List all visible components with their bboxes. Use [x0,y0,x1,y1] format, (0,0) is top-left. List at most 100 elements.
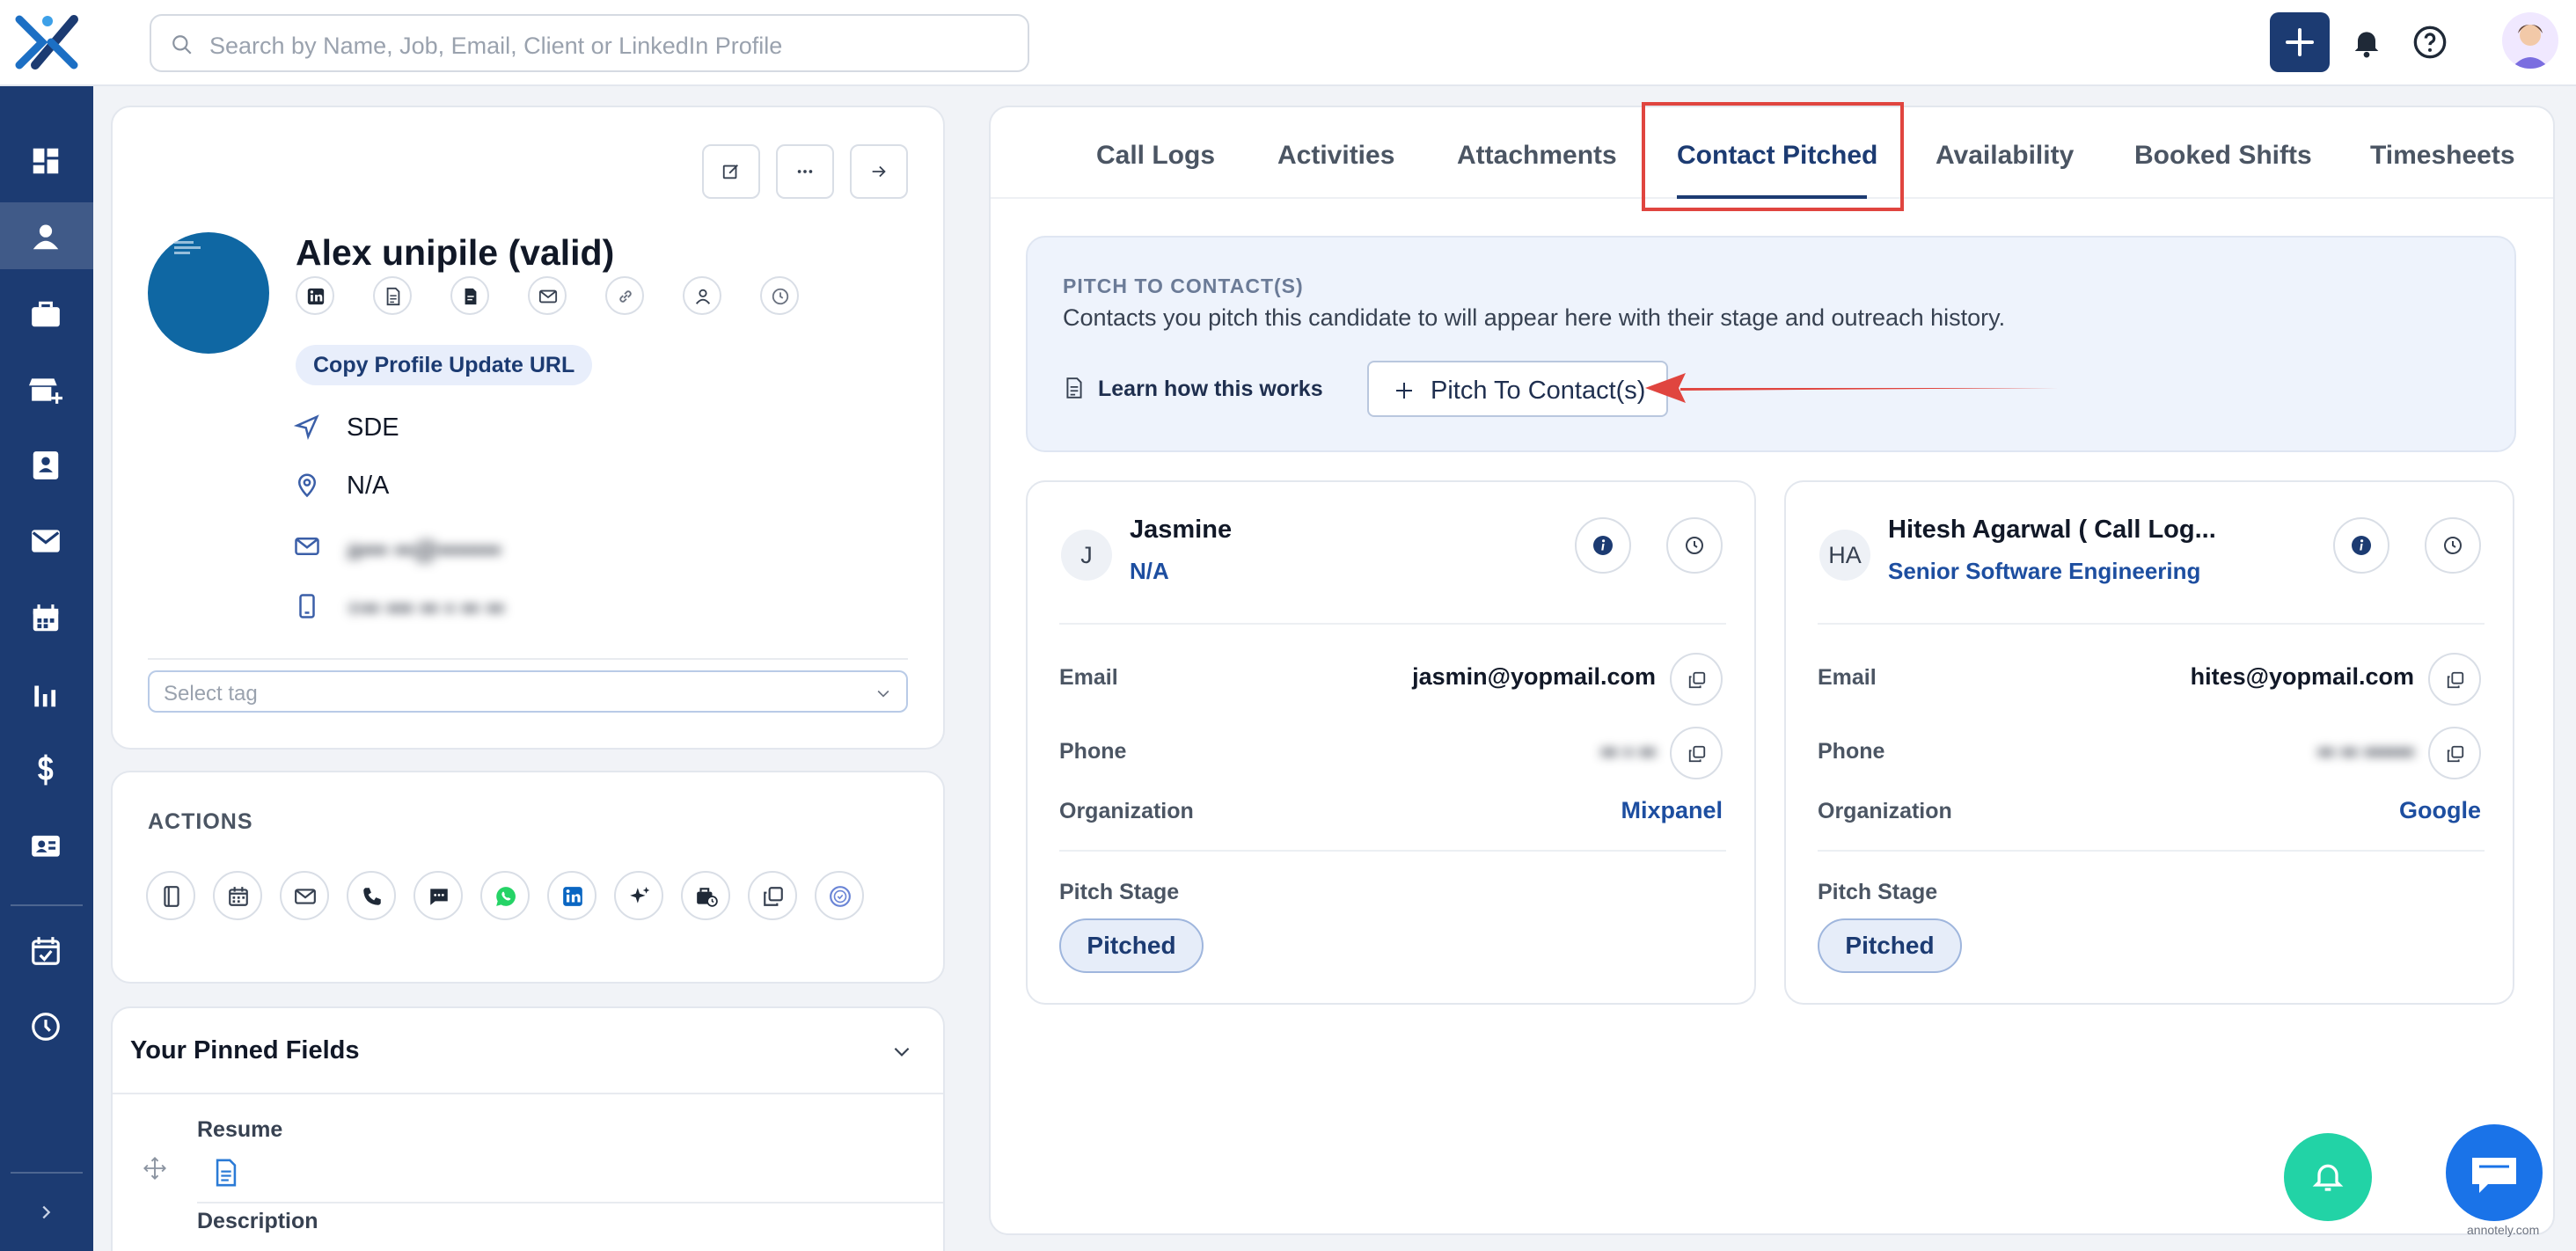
document-icon [1066,377,1082,399]
candidate-email[interactable]: a••• ••@••••••• [347,537,501,566]
calendar-icon [33,604,59,632]
add-new-button[interactable] [2270,12,2330,72]
sidebar-item-clients[interactable] [0,355,93,422]
mail-icon [295,889,316,904]
action-linkedin-button[interactable] [547,871,596,920]
sidebar-item-billing[interactable] [0,735,93,802]
action-email-button[interactable] [280,871,329,920]
pitch-stage-badge[interactable]: Pitched [1818,918,1962,973]
action-notes-button[interactable] [146,871,195,920]
email-button[interactable] [528,276,567,315]
contact-info-button[interactable] [1575,517,1631,574]
phone-label: Phone [1818,739,1885,764]
sidebar-item-tasks[interactable] [0,917,93,984]
store-add-icon [29,378,62,404]
contact-name[interactable]: Hitesh Agarwal ( Call Log... [1888,516,2216,545]
annotation-arrow [1645,373,2059,403]
help-icon[interactable] [2412,25,2448,60]
sidebar-item-profiles[interactable] [0,811,93,878]
contact-history-button[interactable] [2425,517,2481,574]
clock-icon [772,288,789,305]
pitch-to-contacts-panel: PITCH TO CONTACT(S) Contacts you pitch t… [1026,236,2516,452]
app-logo[interactable] [12,12,81,72]
global-search-input[interactable]: Search by Name, Job, Email, Client or Li… [150,14,1029,72]
candidate-phone[interactable]: +•• ••• •• • •• •• [347,595,504,624]
tab-timesheets[interactable]: Timesheets [2370,141,2515,171]
pitch-stage-label: Pitch Stage [1059,880,1180,904]
drag-handle-icon[interactable] [143,1156,167,1181]
sidebar-separator [11,904,83,906]
pitch-stage-label: Pitch Stage [1818,880,1938,904]
contact-email[interactable]: jasmin@yopmail.com [1412,663,1656,691]
watermark-text: annotely.com [2467,1223,2540,1237]
info-icon [1593,536,1613,555]
pitch-stage-badge[interactable]: Pitched [1059,918,1204,973]
notebook-icon [164,886,179,907]
contact-phone[interactable]: •• • •• [1601,739,1656,766]
sidebar-expand-button[interactable] [0,1179,93,1247]
copy-email-button[interactable] [1670,653,1723,706]
chat-icon [2472,1158,2516,1193]
linkedin-link-button[interactable] [296,276,334,315]
tab-activities[interactable]: Activities [1277,141,1394,171]
contact-email[interactable]: hites@yopmail.com [2191,663,2414,691]
sidebar-item-jobs[interactable] [0,280,93,347]
contact-phone[interactable]: •• •• •••••• [2317,739,2414,766]
contact-organization-link[interactable]: Mixpanel [1621,797,1723,824]
contact-history-button[interactable] [1666,517,1723,574]
learn-link-label: Learn how this works [1098,377,1323,401]
contact-organization-link[interactable]: Google [2399,797,2481,824]
action-whatsapp-button[interactable] [480,871,530,920]
resume-file-icon[interactable] [211,1158,241,1188]
notifications-bell-icon[interactable] [2349,25,2384,60]
dollar-icon [37,754,54,786]
sidebar-item-reports[interactable] [0,660,93,727]
search-placeholder: Search by Name, Job, Email, Client or Li… [209,33,783,59]
pitch-to-contacts-button[interactable]: Pitch To Contact(s) [1367,361,1668,417]
tab-availability[interactable]: Availability [1936,141,2074,171]
action-ai-button[interactable] [614,871,663,920]
notes-button[interactable] [450,276,489,315]
phone-icon [363,888,381,905]
tab-attachments[interactable]: Attachments [1457,141,1617,171]
sidebar-item-candidates[interactable] [0,202,93,269]
pitch-panel-description: Contacts you pitch this candidate to wil… [1063,304,2006,331]
floating-notifications-button[interactable] [2284,1133,2372,1221]
actions-card: ACTIONS [111,771,945,984]
copy-icon [764,887,783,906]
sidebar-item-dashboard[interactable] [0,127,93,194]
action-status-button[interactable] [815,871,864,920]
more-options-button[interactable] [776,144,834,199]
sidebar-item-email[interactable] [0,507,93,574]
action-duplicate-button[interactable] [748,871,797,920]
calendar-icon [229,887,248,906]
contact-info-button[interactable] [2333,517,2389,574]
edit-profile-button[interactable] [702,144,760,199]
copy-phone-button[interactable] [2428,727,2481,779]
floating-chat-button[interactable] [2446,1124,2543,1221]
copy-email-button[interactable] [2428,653,2481,706]
sidebar-item-calendar[interactable] [0,584,93,651]
copy-link-button[interactable] [605,276,644,315]
open-next-button[interactable] [850,144,908,199]
action-schedule-button[interactable] [213,871,262,920]
action-call-button[interactable] [347,871,396,920]
tab-call-logs[interactable]: Call Logs [1096,141,1215,171]
sidebar-item-history[interactable] [0,992,93,1059]
action-add-to-job-button[interactable] [681,871,730,920]
resume-button[interactable] [373,276,412,315]
sidebar-item-contacts[interactable] [0,431,93,498]
copy-profile-update-url-button[interactable]: Copy Profile Update URL [296,345,593,385]
action-sms-button[interactable] [413,871,463,920]
tab-booked-shifts[interactable]: Booked Shifts [2134,141,2312,171]
copy-icon [1688,745,1706,763]
select-tag-dropdown[interactable]: Select tag [148,670,908,713]
chevron-down-icon[interactable] [890,1040,913,1063]
user-avatar[interactable] [2502,12,2558,69]
main-sidebar [0,86,93,1251]
contact-name[interactable]: Jasmine [1130,516,1232,545]
contact-avatar: HA [1819,530,1870,581]
history-button[interactable] [760,276,799,315]
owner-button[interactable] [683,276,721,315]
copy-phone-button[interactable] [1670,727,1723,779]
